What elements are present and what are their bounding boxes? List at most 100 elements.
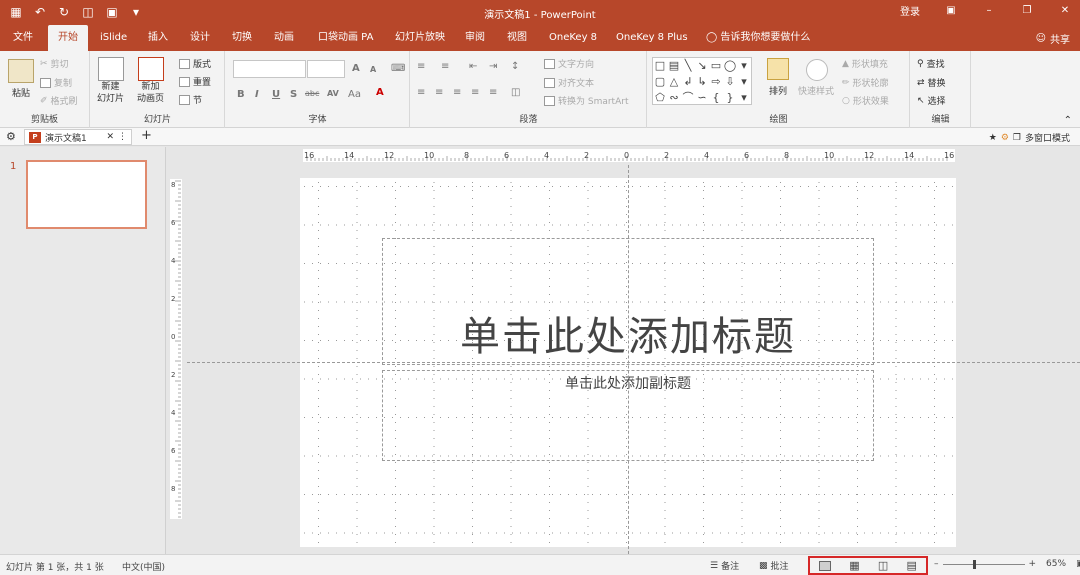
columns-icon[interactable]: ◫	[511, 87, 520, 98]
justify-icon[interactable]: ≡	[471, 87, 479, 98]
elbow-arrow-shape-icon[interactable]: ↳	[695, 74, 709, 90]
slide-thumbnail[interactable]	[26, 160, 147, 229]
char-spacing-button[interactable]: AV	[327, 89, 339, 98]
vertical-guide[interactable]	[628, 165, 629, 554]
increase-indent-icon[interactable]: ⇥	[489, 61, 497, 72]
font-name-dropdown[interactable]	[233, 60, 306, 78]
tab-islide[interactable]: iSlide	[94, 25, 133, 51]
tab-animations[interactable]: 动画	[268, 25, 300, 51]
align-center-icon[interactable]: ≡	[435, 87, 443, 98]
vertical-textbox-shape-icon[interactable]: ▤	[667, 58, 681, 74]
numbering-icon[interactable]: ≡	[441, 61, 449, 72]
text-direction-button[interactable]: 文字方向	[544, 57, 594, 70]
close-icon[interactable]: ✕	[1058, 4, 1072, 18]
arrange-label[interactable]: 排列	[769, 84, 787, 97]
scroll-shapes-icon[interactable]: ▾	[737, 74, 751, 90]
italic-button[interactable]: I	[255, 89, 259, 100]
tab-menu-icon[interactable]: ⋮	[118, 132, 127, 142]
collapse-ribbon-icon[interactable]: ⌃	[1064, 115, 1072, 126]
section-button[interactable]: 节	[179, 93, 202, 106]
decrease-indent-icon[interactable]: ⇤	[469, 61, 477, 72]
align-right-icon[interactable]: ≡	[453, 87, 461, 98]
shape-outline-button[interactable]: ✏ 形状轮廓	[842, 76, 889, 90]
tab-view[interactable]: 视图	[501, 25, 533, 51]
oval-shape-icon[interactable]: ◯	[723, 58, 737, 74]
clear-format-icon[interactable]: ⌨	[391, 63, 405, 74]
zoom-slider-thumb[interactable]	[972, 559, 976, 569]
ribbon-display-options-icon[interactable]: ▣	[944, 4, 958, 18]
replace-button[interactable]: ⇄ 替换	[917, 76, 946, 90]
curve-shape-icon[interactable]: ∾	[667, 90, 681, 106]
zoom-out-icon[interactable]: –	[934, 559, 939, 569]
reset-button[interactable]: 重置	[179, 75, 211, 88]
distributed-icon[interactable]: ≡	[489, 87, 497, 98]
share-button[interactable]: ☺ 共享	[1036, 31, 1070, 46]
reading-view-icon[interactable]: ◫	[878, 559, 888, 572]
login-link[interactable]: 登录	[900, 3, 920, 18]
notes-button[interactable]: ☰ 备注	[710, 559, 739, 573]
fit-to-window-icon[interactable]: ▣	[1076, 559, 1080, 569]
zoom-in-icon[interactable]: +	[1029, 559, 1037, 569]
arrow-line-shape-icon[interactable]: ↘	[695, 58, 709, 74]
shrink-font-button[interactable]: A	[370, 65, 376, 74]
horizontal-guide[interactable]	[187, 362, 1080, 363]
shapes-gallery[interactable]: □ ▤ ╲ ↘ ▭ ◯ ▾ ▢ △ ↲ ↳ ⇨ ⇩ ▾ ⬠ ∾ ⌒ ∽ { } …	[652, 57, 752, 105]
change-case-button[interactable]: Aa	[348, 89, 361, 100]
gear-icon[interactable]: ⚙	[1001, 133, 1009, 143]
tab-design[interactable]: 设计	[184, 25, 216, 51]
rectangle-shape-icon[interactable]: ▭	[709, 58, 723, 74]
skin-icon[interactable]: ★	[989, 133, 997, 143]
textbox-shape-icon[interactable]: □	[653, 58, 667, 74]
shape-effects-button[interactable]: ○ 形状效果	[842, 94, 889, 108]
new-slide-button[interactable]: 新建 幻灯片	[97, 57, 124, 105]
slide-show-view-icon[interactable]: ▤	[906, 559, 916, 572]
down-arrow-shape-icon[interactable]: ⇩	[723, 74, 737, 90]
triangle-shape-icon[interactable]: △	[667, 74, 681, 90]
slide-sorter-view-icon[interactable]: ▦	[849, 559, 859, 572]
expand-shapes-icon[interactable]: ▾	[737, 90, 751, 106]
tab-transitions[interactable]: 切换	[226, 25, 258, 51]
align-left-icon[interactable]: ≡	[417, 87, 425, 98]
zoom-level[interactable]: 65%	[1046, 559, 1066, 569]
new-tab-icon[interactable]: +	[141, 128, 152, 143]
right-arrow-shape-icon[interactable]: ⇨	[709, 74, 723, 90]
tab-settings-icon[interactable]: ⚙	[6, 130, 16, 143]
font-size-dropdown[interactable]	[307, 60, 345, 78]
smartart-button[interactable]: 转换为 SmartArt	[544, 94, 628, 107]
cut-button[interactable]: ✂ 剪切	[40, 57, 69, 71]
normal-view-icon[interactable]	[819, 560, 832, 571]
tab-review[interactable]: 审阅	[459, 25, 491, 51]
elbow-connector-shape-icon[interactable]: ↲	[681, 74, 695, 90]
arc-shape-icon[interactable]: ⌒	[681, 90, 695, 106]
grow-font-button[interactable]: A	[352, 63, 360, 74]
tab-home[interactable]: 开始	[48, 25, 88, 51]
select-button[interactable]: ↖ 选择	[917, 94, 946, 108]
wave-shape-icon[interactable]: ∽	[695, 90, 709, 106]
left-brace-shape-icon[interactable]: {	[709, 90, 723, 106]
line-shape-icon[interactable]: ╲	[681, 58, 695, 74]
tab-file[interactable]: 文件	[7, 25, 39, 51]
right-brace-shape-icon[interactable]: }	[723, 90, 737, 106]
bullets-icon[interactable]: ≡	[417, 61, 425, 72]
align-text-button[interactable]: 对齐文本	[544, 76, 594, 89]
font-color-icon[interactable]: A	[376, 87, 384, 98]
maximize-icon[interactable]: ❐	[1020, 4, 1034, 18]
more-shapes-icon[interactable]: ▾	[737, 58, 751, 74]
find-button[interactable]: ⚲ 查找	[917, 57, 945, 71]
copy-button[interactable]: 复制	[40, 76, 72, 89]
tab-pocket-animation[interactable]: 口袋动画 PA	[312, 25, 379, 51]
document-tab[interactable]: P 演示文稿1 ✕ ⋮	[24, 129, 132, 145]
shadow-button[interactable]: S	[290, 89, 297, 100]
comments-button[interactable]: ▩ 批注	[759, 559, 789, 573]
line-spacing-icon[interactable]: ↕	[511, 61, 519, 72]
shape-fill-button[interactable]: ▲ 形状填充	[842, 57, 888, 71]
minimize-icon[interactable]: –	[982, 4, 996, 18]
rounded-rect-shape-icon[interactable]: ▢	[653, 74, 667, 90]
quick-styles-button[interactable]: 快速样式	[798, 84, 834, 97]
tab-slide-show[interactable]: 幻灯片放映	[389, 25, 451, 51]
quick-styles-icon[interactable]	[806, 59, 828, 81]
tell-me-search[interactable]: ◯ 告诉我你想要做什么	[700, 25, 816, 51]
pentagon-shape-icon[interactable]: ⬠	[653, 90, 667, 106]
paste-button[interactable]: 粘贴	[8, 59, 34, 99]
close-tab-icon[interactable]: ✕	[106, 132, 114, 142]
